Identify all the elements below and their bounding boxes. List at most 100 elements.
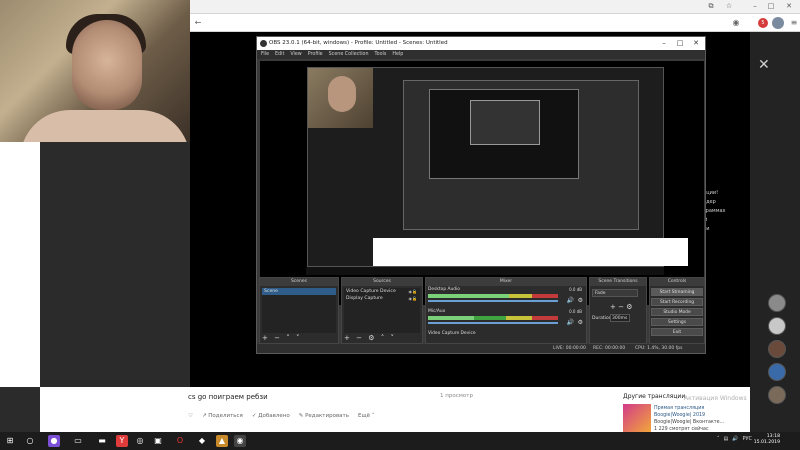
move-up-icon[interactable]: ˄ bbox=[381, 334, 385, 342]
page-left-strip bbox=[0, 142, 40, 387]
menu-profile[interactable]: Profile bbox=[308, 50, 323, 59]
volume-icon[interactable]: 🔊 bbox=[732, 436, 738, 442]
obs-preview[interactable] bbox=[260, 61, 704, 305]
remove-icon[interactable]: − bbox=[618, 303, 624, 311]
system-tray: ˄ ▤ 🔊 РУС bbox=[717, 436, 752, 442]
add-icon[interactable]: + bbox=[610, 303, 616, 311]
network-icon[interactable]: ▤ bbox=[723, 436, 728, 442]
gear-icon[interactable]: ⚙ bbox=[368, 334, 374, 342]
avatar[interactable] bbox=[768, 294, 786, 312]
recursive-preview bbox=[307, 67, 688, 267]
chat-line: ый bbox=[700, 216, 750, 225]
minimize-button[interactable]: – bbox=[750, 1, 760, 11]
close-video-icon[interactable]: ✕ bbox=[758, 58, 770, 72]
start-recording-button[interactable]: Start Recording bbox=[651, 298, 703, 306]
menu-tools[interactable]: Tools bbox=[375, 50, 387, 59]
share-button[interactable]: ↗ Поделиться bbox=[202, 413, 243, 419]
list-item[interactable]: Video Capture Device ◉🔓 bbox=[344, 288, 420, 295]
move-up-icon[interactable]: ˄ bbox=[286, 334, 290, 342]
volume-slider[interactable] bbox=[428, 300, 558, 302]
menu-scene-collection[interactable]: Scene Collection bbox=[329, 50, 369, 59]
nested-webcam bbox=[308, 68, 373, 128]
settings-button[interactable]: Settings bbox=[651, 318, 703, 326]
transitions-dock: Scene Transitions Fade + − ⚙ Duration 30… bbox=[589, 277, 647, 344]
eye-icon[interactable]: ◉🔓 bbox=[409, 288, 417, 295]
edit-button[interactable]: ✎ Редактировать bbox=[299, 413, 349, 419]
controls-dock: Controls Start Streaming Start Recording… bbox=[649, 277, 705, 344]
gear-icon[interactable]: ⚙ bbox=[578, 297, 583, 304]
move-down-icon[interactable]: ˅ bbox=[390, 334, 394, 342]
obs-minimize-button[interactable]: – bbox=[657, 37, 671, 50]
clock[interactable]: 13:18 15.01.2019 bbox=[754, 434, 780, 446]
avatar[interactable] bbox=[768, 340, 786, 358]
exit-button[interactable]: Exit bbox=[651, 328, 703, 336]
maximize-button[interactable]: □ bbox=[766, 1, 776, 11]
transition-select[interactable]: Fade bbox=[592, 289, 638, 297]
folder-icon[interactable]: ▬ bbox=[96, 435, 108, 447]
speaker-icon[interactable]: 🔊 bbox=[567, 319, 574, 326]
like-icon[interactable]: ♡ bbox=[188, 413, 193, 419]
duration-input[interactable]: 300ms bbox=[610, 314, 630, 322]
nested-webpage bbox=[373, 238, 688, 266]
speaker-icon[interactable]: 🔊 bbox=[567, 297, 574, 304]
dock-title: Scenes bbox=[260, 278, 338, 286]
obs-close-button[interactable]: ✕ bbox=[689, 37, 703, 50]
clock-date: 15.01.2019 bbox=[753, 440, 780, 445]
recommended-info[interactable]: Прямая трансляция Boogie|Woogie| 2019 Bo… bbox=[654, 405, 754, 433]
profile-avatar[interactable] bbox=[772, 17, 784, 29]
opera-icon[interactable]: O bbox=[174, 435, 186, 447]
studio-mode-button[interactable]: Studio Mode bbox=[651, 308, 703, 316]
add-icon[interactable]: + bbox=[262, 334, 268, 342]
dock-title: Mixer bbox=[426, 278, 586, 286]
more-button[interactable]: Ещё ˅ bbox=[358, 413, 375, 419]
stream-title: cs go поиграем ребзи bbox=[188, 393, 268, 401]
move-down-icon[interactable]: ˅ bbox=[296, 334, 300, 342]
activate-windows-watermark: Активация Windows bbox=[684, 395, 747, 402]
tabs-icon[interactable]: ⧉ bbox=[706, 1, 716, 11]
windows-start-icon[interactable]: ⊞ bbox=[4, 435, 16, 447]
menu-help[interactable]: Help bbox=[392, 50, 403, 59]
remove-icon[interactable]: − bbox=[274, 334, 280, 342]
extension-icon[interactable]: ◉ bbox=[730, 17, 742, 29]
menu-file[interactable]: File bbox=[261, 50, 269, 59]
volume-slider[interactable] bbox=[428, 322, 558, 324]
notification-badge[interactable]: 5 bbox=[758, 18, 768, 28]
app-icon[interactable]: ● bbox=[48, 435, 60, 447]
address-bar[interactable]: ← ◉ 5 ≡ bbox=[190, 14, 800, 32]
add-icon[interactable]: + bbox=[344, 334, 350, 342]
avatar[interactable] bbox=[768, 317, 786, 335]
gear-icon[interactable]: ⚙ bbox=[626, 303, 632, 311]
rec-status: REC: 00:00:00 bbox=[593, 346, 626, 351]
mixer-channel-desktop: Desktop Audio 0.0 dB 🔊 ⚙ bbox=[426, 286, 586, 308]
search-icon[interactable]: ○ bbox=[24, 435, 36, 447]
avatar[interactable] bbox=[768, 363, 786, 381]
back-icon[interactable]: ← bbox=[192, 17, 204, 29]
video-actions: ♡ ↗ Поделиться ✓ Добавлено ✎ Редактирова… bbox=[188, 413, 375, 419]
language-indicator[interactable]: РУС bbox=[742, 436, 752, 442]
recommended-thumbnail[interactable] bbox=[623, 404, 651, 432]
close-button[interactable]: ✕ bbox=[784, 1, 794, 11]
gear-icon[interactable]: ⚙ bbox=[578, 319, 583, 326]
chevron-up-icon[interactable]: ˄ bbox=[717, 436, 720, 442]
menu-view[interactable]: View bbox=[290, 50, 301, 59]
menu-icon[interactable]: ≡ bbox=[788, 17, 800, 29]
avatar[interactable] bbox=[768, 386, 786, 404]
task-view-icon[interactable]: ▭ bbox=[72, 435, 84, 447]
yandex-icon[interactable]: Y bbox=[116, 435, 128, 447]
menu-edit[interactable]: Edit bbox=[275, 50, 284, 59]
game-icon[interactable]: ▲ bbox=[216, 435, 228, 447]
obs-maximize-button[interactable]: □ bbox=[673, 37, 687, 50]
eye-icon[interactable]: ◉🔓 bbox=[409, 295, 417, 302]
channel-db: 0.0 dB bbox=[569, 309, 582, 314]
obs-taskbar-icon[interactable]: ◉ bbox=[234, 435, 246, 447]
scenes-dock: Scenes Scene + − ˄ ˅ bbox=[259, 277, 339, 344]
vs-icon[interactable]: ◆ bbox=[196, 435, 208, 447]
remove-icon[interactable]: − bbox=[356, 334, 362, 342]
added-button[interactable]: ✓ Добавлено bbox=[252, 413, 290, 419]
start-streaming-button[interactable]: Start Streaming bbox=[651, 288, 703, 296]
list-item[interactable]: Display Capture ◉🔓 bbox=[344, 295, 420, 302]
store-icon[interactable]: ▣ bbox=[152, 435, 164, 447]
list-item[interactable]: Scene bbox=[262, 288, 336, 295]
steam-icon[interactable]: ◎ bbox=[134, 435, 146, 447]
bookmark-icon[interactable]: ☆ bbox=[724, 1, 734, 11]
